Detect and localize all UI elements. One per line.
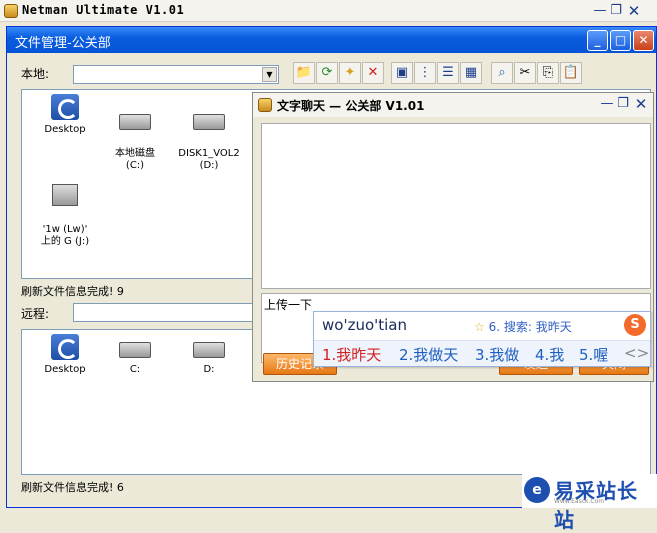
netman-app-icon bbox=[4, 4, 18, 18]
remote-item-d[interactable]: D: bbox=[174, 334, 244, 376]
chevron-down-icon[interactable]: ▼ bbox=[262, 67, 277, 82]
item-label: Desktop bbox=[44, 124, 86, 135]
disk-icon bbox=[119, 342, 151, 358]
watermark-subtext: Www.Easck.Com bbox=[554, 498, 605, 505]
file-manager-title: 文件管理-公关部 bbox=[15, 36, 111, 51]
fm-maximize-button[interactable]: □ bbox=[610, 30, 631, 51]
item-label: 本地磁盘 (C:) bbox=[115, 148, 155, 171]
paste-icon[interactable]: 📋 bbox=[560, 62, 582, 84]
network-drive-icon bbox=[52, 184, 78, 206]
item-label: DISK1_VOL2 (D:) bbox=[178, 148, 240, 171]
details-view-icon[interactable]: ▦ bbox=[460, 62, 482, 84]
local-path-value bbox=[74, 66, 77, 79]
desktop-icon bbox=[51, 94, 79, 120]
ime-popup: wo'zuo'tian ☆ 6. 搜索: 我昨天 S 1.我昨天 2.我做天 3… bbox=[313, 311, 651, 367]
minimize-icon[interactable]: — bbox=[592, 3, 608, 19]
local-item-c[interactable]: 本地磁盘 (C:) bbox=[100, 94, 170, 184]
file-manager-titlebar: 文件管理-公关部 _ □ ✕ bbox=[7, 27, 656, 53]
local-path-combo[interactable]: ▼ bbox=[73, 65, 279, 84]
ime-candidate[interactable]: 4.我 bbox=[535, 344, 564, 365]
item-label: Desktop bbox=[44, 364, 86, 375]
folder-up-icon[interactable]: 📁 bbox=[293, 62, 315, 84]
search-icon[interactable]: ⌕ bbox=[491, 62, 513, 84]
ime-candidate[interactable]: 5.喔 bbox=[579, 344, 608, 365]
item-label: C: bbox=[129, 364, 141, 375]
local-item-j[interactable]: '1w (Lw)' 上的 G (J:) bbox=[30, 170, 100, 260]
cut-icon[interactable]: ✂ bbox=[514, 62, 536, 84]
remote-path-combo[interactable] bbox=[73, 303, 263, 322]
remote-status: 刷新文件信息完成! 6 bbox=[21, 481, 124, 494]
ime-candidate[interactable]: 3.我做 bbox=[475, 344, 519, 365]
ime-candidate[interactable]: 1.我昨天 bbox=[322, 344, 381, 365]
disk-icon bbox=[193, 342, 225, 358]
ime-candidate-bar: 1.我昨天 2.我做天 3.我做 4.我 5.喔 <> bbox=[314, 340, 650, 366]
close-icon[interactable]: ✕ bbox=[626, 3, 642, 19]
new-folder-icon[interactable]: ✦ bbox=[339, 62, 361, 84]
local-item-desktop[interactable]: Desktop bbox=[30, 94, 100, 136]
disk-icon bbox=[193, 114, 225, 130]
outer-titlebar: Netman Ultimate V1.01 — ❐ ✕ bbox=[0, 0, 657, 22]
watermark-logo-icon: e bbox=[524, 477, 550, 503]
outer-window-title: Netman Ultimate V1.01 bbox=[22, 3, 185, 17]
ime-pinyin: wo'zuo'tian bbox=[322, 316, 407, 334]
chat-close-icon[interactable]: ✕ bbox=[633, 96, 649, 112]
copy-icon[interactable]: ⎘ bbox=[537, 62, 559, 84]
item-label: D: bbox=[203, 364, 215, 375]
fm-close-button[interactable]: ✕ bbox=[633, 30, 654, 51]
local-status: 刷新文件信息完成! 9 bbox=[21, 285, 124, 298]
list-view-icon[interactable]: ☰ bbox=[437, 62, 459, 84]
sogou-logo-icon: S bbox=[624, 314, 646, 336]
chat-minimize-icon[interactable]: — bbox=[599, 96, 615, 112]
refresh-icon[interactable]: ⟳ bbox=[316, 62, 338, 84]
item-label: '1w (Lw)' 上的 G (J:) bbox=[40, 224, 90, 247]
ime-search-hint[interactable]: ☆ 6. 搜索: 我昨天 bbox=[474, 318, 572, 335]
star-icon: ☆ bbox=[474, 320, 485, 334]
remote-item-c[interactable]: C: bbox=[100, 334, 170, 376]
remote-label: 远程: bbox=[21, 307, 50, 321]
maximize-icon[interactable]: ❐ bbox=[608, 3, 624, 19]
small-icons-view-icon[interactable]: ⋮ bbox=[414, 62, 436, 84]
remote-item-desktop[interactable]: Desktop bbox=[30, 334, 100, 376]
remote-path-value bbox=[74, 304, 77, 317]
large-icons-view-icon[interactable]: ▣ bbox=[391, 62, 413, 84]
watermark: e 易采站长站 Www.Easck.Com bbox=[522, 474, 657, 532]
local-item-d[interactable]: DISK1_VOL2 (D:) bbox=[174, 94, 244, 184]
chat-app-icon bbox=[258, 98, 272, 112]
ime-page-nav-icon[interactable]: <> bbox=[624, 344, 649, 362]
chat-maximize-icon[interactable]: ❐ bbox=[615, 96, 631, 112]
disk-icon bbox=[119, 114, 151, 130]
desktop-icon bbox=[51, 334, 79, 360]
local-label: 本地: bbox=[21, 67, 50, 81]
chat-input-text: 上传一下 bbox=[264, 298, 313, 312]
chat-title: 文字聊天 — 公关部 V1.01 bbox=[277, 99, 425, 113]
chat-history-area[interactable] bbox=[261, 123, 651, 289]
ime-search-text: 6. 搜索: 我昨天 bbox=[488, 320, 572, 334]
ime-candidate[interactable]: 2.我做天 bbox=[399, 344, 458, 365]
delete-icon[interactable]: ✕ bbox=[362, 62, 384, 84]
fm-minimize-button[interactable]: _ bbox=[587, 30, 608, 51]
chat-titlebar: 文字聊天 — 公关部 V1.01 — ❐ ✕ bbox=[253, 93, 653, 117]
